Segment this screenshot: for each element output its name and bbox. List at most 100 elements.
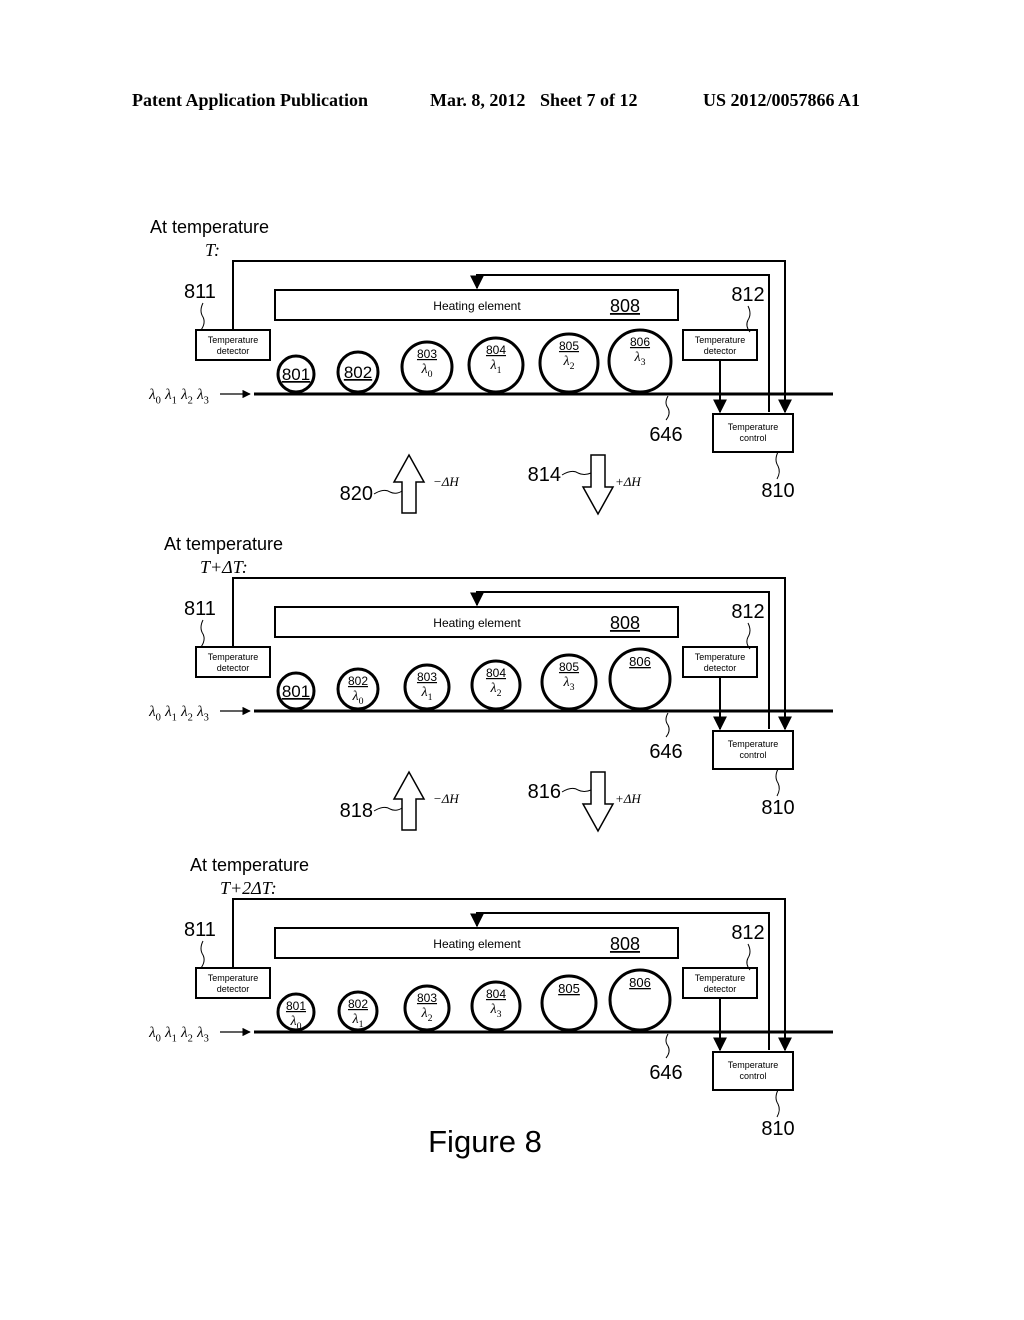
ring-resonator-802: 802λ1 — [337, 990, 379, 1032]
down-arrow-ref: 816 — [528, 781, 561, 803]
ring-resonator-804: 804λ1 — [467, 336, 525, 394]
ring-resonator-804: 804λ3 — [470, 980, 522, 1032]
ring-ref: 804 — [486, 666, 506, 680]
ring-resonator-801: 801 — [276, 354, 316, 394]
up-arrow-label: −ΔH — [433, 474, 459, 489]
up-arrow-leader-line — [373, 806, 403, 812]
left-detector-leader-line — [200, 619, 205, 648]
ring-resonator-805: 805 — [540, 974, 598, 1032]
input-wavelength: λ1 — [164, 704, 177, 724]
left-detector-leader-line — [200, 302, 205, 331]
input-wavelength: λ3 — [196, 387, 209, 407]
temperature-value: T+ΔT: — [200, 557, 248, 577]
input-wavelength: λ0 — [148, 704, 161, 724]
ring-resonator-806: 806λ3 — [607, 328, 673, 394]
panel-3: At temperature T+2ΔT: Heating element 808 Te… — [148, 855, 833, 1140]
heating-element-ref: 808 — [610, 613, 640, 633]
control-leader-line — [775, 451, 780, 480]
right-detector-label-line2: detector — [704, 346, 737, 356]
input-wavelength: λ2 — [180, 704, 193, 724]
ring-ref: 803 — [417, 991, 437, 1005]
up-arrow-leader-line — [373, 489, 403, 495]
heating-element-label: Heating element — [433, 937, 521, 951]
ring-ref: 804 — [486, 343, 506, 357]
figure-caption: Figure 8 — [428, 1124, 542, 1159]
control-ref: 810 — [761, 797, 794, 819]
ring-ref: 806 — [629, 975, 651, 990]
ring-ref: 802 — [348, 674, 368, 688]
ring-ref: 803 — [417, 670, 437, 684]
up-block-arrow — [392, 453, 426, 514]
right-detector-label-line1: Temperature — [695, 335, 746, 345]
ring-resonator-804: 804λ2 — [470, 659, 522, 711]
left-detector-label-line2: detector — [217, 346, 250, 356]
waveguide-ref: 646 — [649, 741, 682, 763]
left-detector-label-line2: detector — [217, 984, 250, 994]
temperature-heading: At temperature — [150, 217, 269, 237]
ring-resonator-802: 802 — [336, 350, 380, 394]
input-wavelength: λ2 — [180, 1025, 193, 1045]
ring-ref: 801 — [286, 999, 306, 1013]
control-leader-line — [775, 1089, 780, 1118]
left-detector-label-line1: Temperature — [208, 335, 259, 345]
input-wavelength: λ3 — [196, 704, 209, 724]
left-detector-ref: 811 — [184, 919, 216, 941]
down-block-arrow — [581, 454, 615, 516]
heating-element-label: Heating element — [433, 616, 521, 630]
input-wavelength: λ0 — [148, 387, 161, 407]
control-leader-line — [775, 768, 780, 797]
transition-2: 818 −ΔH 816 +ΔH — [340, 770, 641, 833]
control-label-line2: control — [739, 433, 766, 443]
left-detector-label-line1: Temperature — [208, 973, 259, 983]
input-wavelength: λ2 — [180, 387, 193, 407]
control-ref: 810 — [761, 1118, 794, 1140]
panel-2: At temperature T+ΔT: Heating element 808 Tem… — [148, 534, 833, 819]
heating-element-ref: 808 — [610, 296, 640, 316]
left-detector-ref: 811 — [184, 598, 216, 620]
ring-ref: 802 — [344, 363, 372, 382]
control-ref: 810 — [761, 480, 794, 502]
down-arrow-leader-line — [561, 787, 592, 793]
temperature-heading: At temperature — [190, 855, 309, 875]
left-detector-leader-line — [200, 940, 205, 969]
panel-1: At temperature T: Heating element 808 Temper… — [148, 217, 833, 502]
ring-ref: 806 — [629, 654, 651, 669]
waveguide-leader-line — [665, 395, 670, 421]
up-arrow-ref: 818 — [340, 800, 373, 822]
right-detector-leader-line — [746, 305, 751, 333]
down-arrow-ref: 814 — [528, 464, 561, 486]
input-wavelength: λ1 — [164, 387, 177, 407]
waveguide-leader-line — [665, 1033, 670, 1059]
down-arrow-label: +ΔH — [615, 791, 641, 806]
figure-8-diagram: At temperature T: Heating element 808 Temper… — [148, 217, 833, 1159]
right-detector-leader-line — [746, 943, 751, 971]
ring-resonator-801: 801 — [276, 671, 316, 711]
left-detector-label-line1: Temperature — [208, 652, 259, 662]
ring-ref: 805 — [558, 981, 580, 996]
ring-resonator-806: 806 — [608, 647, 672, 711]
right-detector-ref: 812 — [731, 284, 764, 306]
right-detector-leader-line — [746, 622, 751, 650]
heating-element-ref: 808 — [610, 934, 640, 954]
control-label-line1: Temperature — [728, 1060, 779, 1070]
input-wavelength: λ1 — [164, 1025, 177, 1045]
temperature-value: T: — [205, 240, 220, 260]
down-block-arrow — [581, 771, 615, 833]
ring-ref: 803 — [417, 347, 437, 361]
heating-element-label: Heating element — [433, 299, 521, 313]
left-detector-label-line2: detector — [217, 663, 250, 673]
control-label-line1: Temperature — [728, 739, 779, 749]
temperature-heading: At temperature — [164, 534, 283, 554]
right-detector-ref: 812 — [731, 601, 764, 623]
ring-ref: 804 — [486, 987, 506, 1001]
down-arrow-label: +ΔH — [615, 474, 641, 489]
down-arrow-leader-line — [561, 470, 592, 476]
control-label-line1: Temperature — [728, 422, 779, 432]
waveguide-ref: 646 — [649, 1062, 682, 1084]
waveguide-ref: 646 — [649, 424, 682, 446]
ring-resonator-803: 803λ1 — [403, 663, 451, 711]
left-detector-ref: 811 — [184, 281, 216, 303]
ring-resonator-803: 803λ0 — [400, 340, 454, 394]
control-label-line2: control — [739, 1071, 766, 1081]
up-arrow-label: −ΔH — [433, 791, 459, 806]
